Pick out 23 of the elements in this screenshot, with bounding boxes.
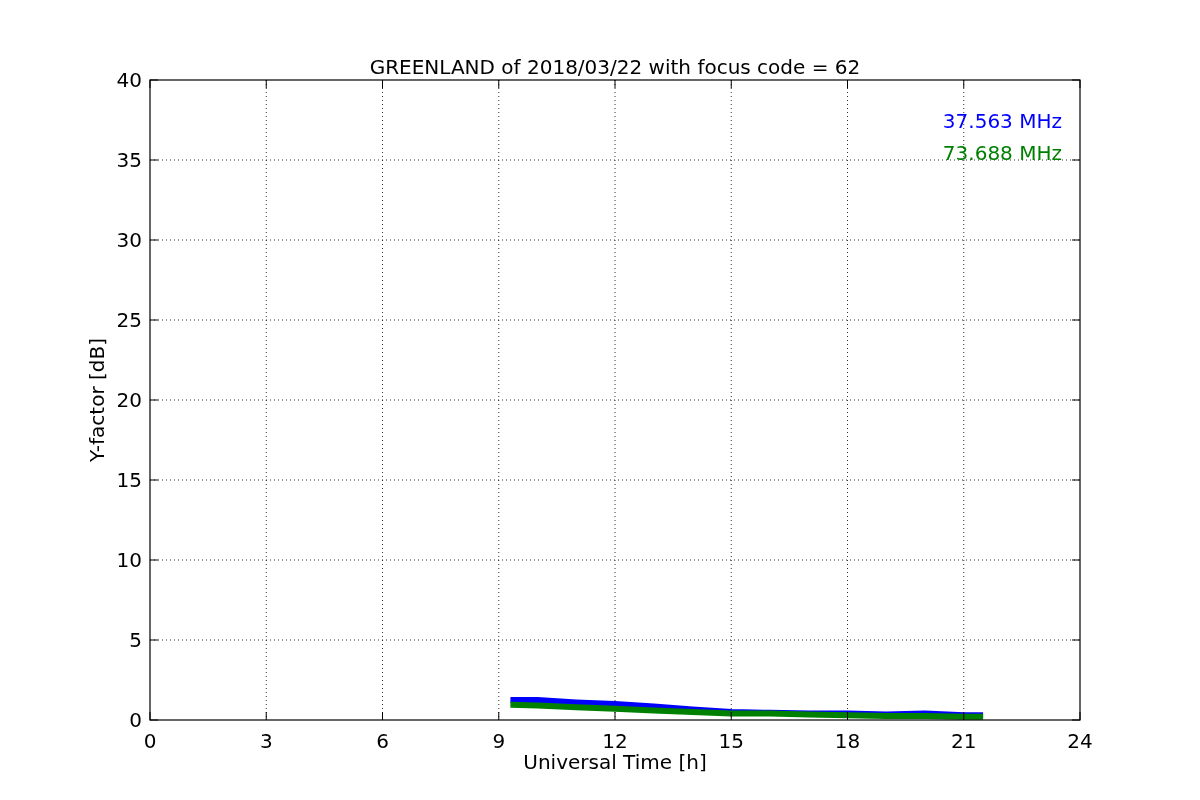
y-axis-label: Y-factor [dB] bbox=[85, 338, 109, 462]
y-tick-label: 0 bbox=[129, 708, 142, 732]
y-tick-label: 40 bbox=[116, 68, 142, 92]
x-tick-label: 12 bbox=[602, 729, 628, 753]
legend-label: 73.688 MHz bbox=[942, 141, 1062, 165]
x-tick-label: 9 bbox=[492, 729, 506, 753]
x-tick-label: 6 bbox=[376, 729, 389, 753]
y-tick-label: 5 bbox=[129, 628, 142, 652]
y-tick-label: 30 bbox=[116, 228, 142, 252]
y-tick-label: 20 bbox=[116, 388, 142, 412]
legend-label: 37.563 MHz bbox=[942, 109, 1062, 133]
chart-title: GREENLAND of 2018/03/22 with focus code = 62 bbox=[369, 55, 861, 79]
y-tick-label: 15 bbox=[116, 468, 142, 492]
x-tick-label: 3 bbox=[259, 729, 273, 753]
x-tick-label: 18 bbox=[834, 729, 861, 753]
x-tick-label: 15 bbox=[718, 729, 744, 753]
x-tick-label: 24 bbox=[1067, 729, 1093, 753]
y-tick-label: 10 bbox=[116, 548, 142, 572]
y-tick-label: 25 bbox=[116, 308, 142, 332]
x-tick-label: 0 bbox=[143, 729, 157, 753]
x-tick-label: 21 bbox=[951, 729, 977, 753]
x-axis-label: Universal Time [h] bbox=[523, 750, 707, 774]
y-tick-label: 35 bbox=[116, 148, 142, 172]
